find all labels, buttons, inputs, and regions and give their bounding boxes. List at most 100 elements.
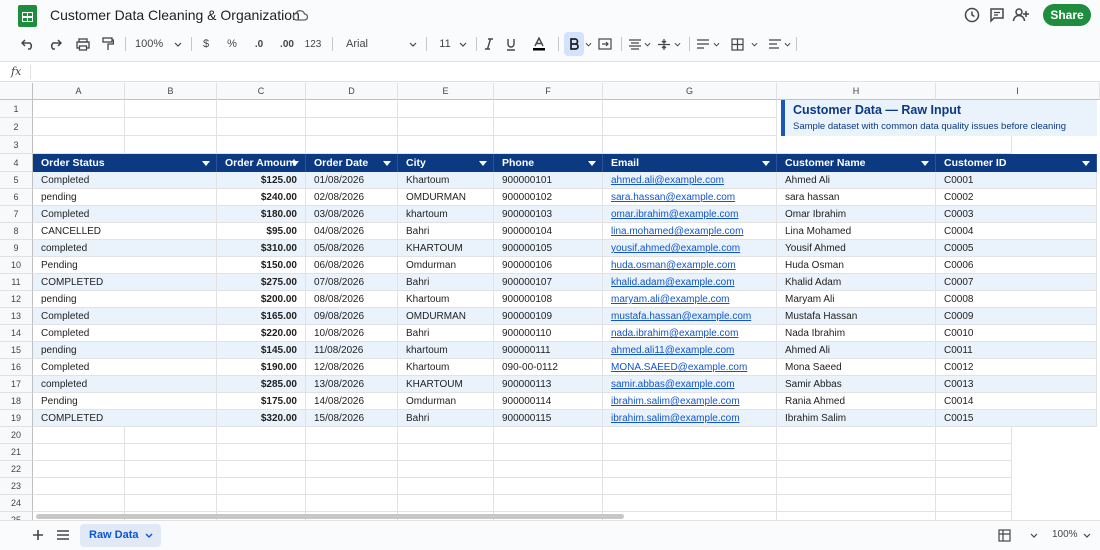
sheet-tab-raw-data[interactable]: Raw Data xyxy=(80,524,161,547)
empty-cell[interactable] xyxy=(603,118,777,136)
document-title[interactable]: Customer Data Cleaning & Organization xyxy=(50,7,300,23)
table-cell[interactable]: 900000103 xyxy=(494,206,603,223)
formula-bar[interactable]: fx xyxy=(0,61,1100,82)
table-cell[interactable]: Pending xyxy=(33,393,217,410)
empty-cell[interactable] xyxy=(603,427,777,444)
table-cell[interactable]: Bahri xyxy=(398,325,494,342)
empty-cell[interactable] xyxy=(494,427,603,444)
table-cell[interactable]: C0011 xyxy=(936,342,1097,359)
empty-cell[interactable] xyxy=(33,444,125,461)
table-cell[interactable]: 12/08/2026 xyxy=(306,359,398,376)
table-cell[interactable]: Pending xyxy=(33,257,217,274)
column-header[interactable]: C xyxy=(217,83,306,100)
text-color-icon[interactable] xyxy=(530,32,548,56)
table-cell[interactable]: Completed xyxy=(33,206,217,223)
table-cell[interactable]: 900000113 xyxy=(494,376,603,393)
empty-cell[interactable] xyxy=(306,478,398,495)
table-cell[interactable]: 900000110 xyxy=(494,325,603,342)
empty-cell[interactable] xyxy=(777,136,936,154)
empty-cell[interactable] xyxy=(494,478,603,495)
row-header[interactable]: 19 xyxy=(0,410,33,427)
table-cell[interactable]: 900000109 xyxy=(494,308,603,325)
borders-icon[interactable] xyxy=(728,32,746,56)
empty-cell[interactable] xyxy=(398,427,494,444)
empty-cell[interactable] xyxy=(398,136,494,154)
row-header[interactable]: 17 xyxy=(0,376,33,393)
table-cell[interactable]: C0003 xyxy=(936,206,1097,223)
table-cell[interactable]: 01/08/2026 xyxy=(306,172,398,189)
row-header[interactable]: 2 xyxy=(0,118,33,136)
redo-icon[interactable] xyxy=(45,32,65,56)
table-cell[interactable]: Khalid Adam xyxy=(777,274,936,291)
table-cell[interactable]: Nada Ibrahim xyxy=(777,325,936,342)
table-cell[interactable]: $95.00 xyxy=(217,223,306,240)
table-cell[interactable]: Bahri xyxy=(398,274,494,291)
undo-icon[interactable] xyxy=(18,32,38,56)
filter-dropdown-icon[interactable] xyxy=(202,161,210,166)
table-cell[interactable]: CANCELLED xyxy=(33,223,217,240)
chevron-down-icon[interactable] xyxy=(782,32,792,56)
table-cell[interactable]: $200.00 xyxy=(217,291,306,308)
row-header[interactable]: 3 xyxy=(0,136,33,154)
empty-cell[interactable] xyxy=(33,478,125,495)
column-header[interactable]: D xyxy=(306,83,398,100)
row-header[interactable]: 22 xyxy=(0,461,33,478)
chevron-down-icon[interactable] xyxy=(1030,533,1038,538)
empty-cell[interactable] xyxy=(494,495,603,512)
table-cell[interactable]: C0009 xyxy=(936,308,1097,325)
empty-cell[interactable] xyxy=(603,100,777,118)
grid-view-icon[interactable] xyxy=(998,529,1011,542)
filter-dropdown-icon[interactable] xyxy=(762,161,770,166)
empty-cell[interactable] xyxy=(125,495,217,512)
table-cell[interactable]: 05/08/2026 xyxy=(306,240,398,257)
table-cell[interactable]: C0014 xyxy=(936,393,1097,410)
empty-cell[interactable] xyxy=(306,136,398,154)
column-header[interactable]: H xyxy=(777,83,936,100)
percent-button[interactable]: % xyxy=(224,32,240,56)
bold-icon[interactable] xyxy=(564,32,584,56)
empty-cell[interactable] xyxy=(306,100,398,118)
print-icon[interactable] xyxy=(73,32,93,56)
select-all-corner[interactable] xyxy=(0,83,33,100)
table-cell[interactable]: $310.00 xyxy=(217,240,306,257)
decrease-decimal-button[interactable]: .0 xyxy=(250,32,268,56)
empty-cell[interactable] xyxy=(603,512,777,520)
chevron-down-icon[interactable] xyxy=(457,32,469,56)
table-cell[interactable]: Rania Ahmed xyxy=(777,393,936,410)
add-sheet-icon[interactable] xyxy=(32,529,44,541)
table-cell[interactable]: 900000106 xyxy=(494,257,603,274)
table-header-cell[interactable]: Email xyxy=(603,154,777,172)
chevron-down-icon[interactable] xyxy=(672,32,682,56)
column-header[interactable]: B xyxy=(125,83,217,100)
table-cell[interactable]: KHARTOUM xyxy=(398,240,494,257)
table-cell[interactable]: C0004 xyxy=(936,223,1097,240)
empty-cell[interactable] xyxy=(936,461,1012,478)
table-cell[interactable]: completed xyxy=(33,240,217,257)
table-cell[interactable]: Ahmed Ali xyxy=(777,342,936,359)
share-button[interactable]: Share xyxy=(1043,4,1091,26)
table-cell[interactable]: C0015 xyxy=(936,410,1097,427)
table-cell[interactable]: maryam.ali@example.com xyxy=(603,291,777,308)
empty-cell[interactable] xyxy=(494,444,603,461)
empty-cell[interactable] xyxy=(125,136,217,154)
empty-cell[interactable] xyxy=(398,461,494,478)
empty-cell[interactable] xyxy=(603,478,777,495)
table-cell[interactable]: $190.00 xyxy=(217,359,306,376)
row-header[interactable]: 5 xyxy=(0,172,33,189)
table-cell[interactable]: $275.00 xyxy=(217,274,306,291)
table-cell[interactable]: khalid.adam@example.com xyxy=(603,274,777,291)
row-header[interactable]: 21 xyxy=(0,444,33,461)
row-header[interactable]: 6 xyxy=(0,189,33,206)
empty-cell[interactable] xyxy=(217,495,306,512)
row-header[interactable]: 4 xyxy=(0,154,33,172)
table-cell[interactable]: OMDURMAN xyxy=(398,308,494,325)
empty-cell[interactable] xyxy=(494,118,603,136)
table-cell[interactable]: 02/08/2026 xyxy=(306,189,398,206)
table-cell[interactable]: sara hassan xyxy=(777,189,936,206)
column-header[interactable]: G xyxy=(603,83,777,100)
empty-cell[interactable] xyxy=(217,461,306,478)
empty-cell[interactable] xyxy=(398,495,494,512)
filter-dropdown-icon[interactable] xyxy=(588,161,596,166)
table-cell[interactable]: Samir Abbas xyxy=(777,376,936,393)
table-cell[interactable]: 090-00-0112 xyxy=(494,359,603,376)
